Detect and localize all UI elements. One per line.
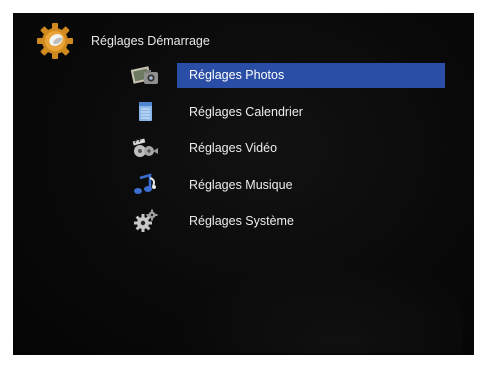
menu-item-calendar[interactable]: Réglages Calendrier bbox=[115, 100, 447, 137]
page-title: Réglages Démarrage bbox=[91, 34, 210, 48]
menu-item-video[interactable]: Réglages Vidéo bbox=[115, 136, 447, 173]
menu-item-label: Réglages Musique bbox=[189, 177, 293, 192]
settings-menu: Réglages Photos Réglages Calendrier Régl… bbox=[115, 63, 447, 246]
settings-screen: Réglages Démarrage Réglages Photos Régla… bbox=[13, 13, 474, 355]
gear-icon bbox=[35, 21, 75, 61]
menu-item-photos[interactable]: Réglages Photos bbox=[115, 63, 447, 100]
header: Réglages Démarrage bbox=[35, 21, 210, 61]
system-gears-icon bbox=[127, 207, 163, 235]
menu-item-label: Réglages Système bbox=[189, 214, 294, 228]
photos-icon bbox=[127, 61, 163, 89]
menu-item-system[interactable]: Réglages Système bbox=[115, 209, 447, 246]
screen-glare bbox=[163, 263, 463, 353]
music-icon bbox=[127, 171, 163, 199]
video-icon bbox=[127, 134, 163, 162]
menu-item-label: Réglages Vidéo bbox=[189, 141, 278, 155]
menu-item-label: Réglages Calendrier bbox=[189, 104, 303, 119]
calendar-icon bbox=[127, 98, 163, 126]
menu-item-label: Réglages Photos bbox=[177, 63, 445, 88]
menu-item-music[interactable]: Réglages Musique bbox=[115, 171, 447, 210]
